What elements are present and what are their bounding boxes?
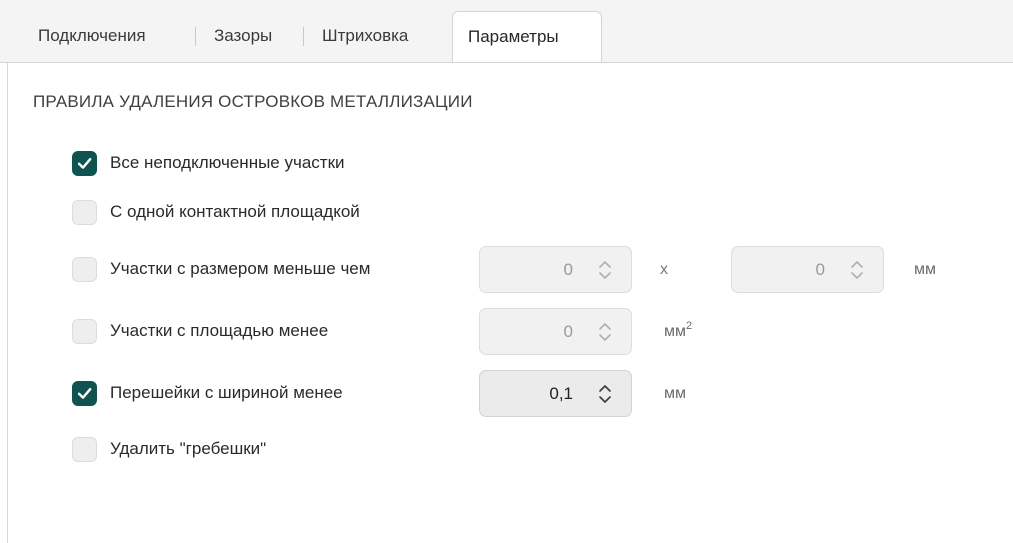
tab-bar: Подключения Зазоры Штриховка Параметры [0, 0, 1013, 63]
spinner-arrows-icon[interactable] [849, 259, 865, 281]
label-neck-width: Перешейки с шириной менее [110, 383, 343, 402]
area-unit: мм2 [664, 308, 692, 355]
checkbox-size-less[interactable] [72, 257, 97, 282]
checkbox-neck-width[interactable] [72, 381, 97, 406]
tab-parameters[interactable]: Параметры [452, 11, 602, 62]
size-separator: x [660, 261, 668, 278]
neck-width-unit: мм [664, 385, 686, 402]
size-unit: мм [914, 261, 936, 278]
checkbox-remove-combs[interactable] [72, 437, 97, 462]
spinner-arrows-icon[interactable] [597, 259, 613, 281]
size-x-value: 0 [563, 260, 573, 279]
check-icon [77, 388, 92, 399]
neck-width-input[interactable]: 0,1 [479, 370, 632, 417]
label-remove-combs: Удалить "гребешки" [110, 439, 267, 458]
checkbox-all-unconnected[interactable] [72, 151, 97, 176]
check-icon [77, 158, 92, 169]
spinner-arrows-icon[interactable] [597, 321, 613, 343]
area-input[interactable]: 0 [479, 308, 632, 355]
spinner-arrows-icon[interactable] [597, 383, 613, 405]
size-x-input[interactable]: 0 [479, 246, 632, 293]
label-all-unconnected: Все неподключенные участки [110, 153, 345, 172]
section-title: ПРАВИЛА УДАЛЕНИЯ ОСТРОВКОВ МЕТАЛЛИЗАЦИИ [33, 92, 473, 111]
neck-width-value: 0,1 [549, 384, 573, 403]
tab-divider [195, 27, 196, 46]
tab-divider [303, 27, 304, 46]
area-value: 0 [563, 322, 573, 341]
label-single-pad: С одной контактной площадкой [110, 202, 360, 221]
tab-connections[interactable]: Подключения [38, 14, 146, 58]
size-y-input[interactable]: 0 [731, 246, 884, 293]
label-size-less: Участки с размером меньше чем [110, 259, 371, 278]
area-unit-superscript: 2 [686, 320, 693, 332]
tab-clearances[interactable]: Зазоры [214, 14, 272, 58]
panel-border [7, 62, 8, 543]
label-area-less: Участки с площадью менее [110, 321, 329, 340]
checkbox-single-pad[interactable] [72, 200, 97, 225]
tab-hatching[interactable]: Штриховка [322, 14, 408, 58]
area-unit-text: мм [664, 323, 686, 340]
size-y-value: 0 [815, 260, 825, 279]
checkbox-area-less[interactable] [72, 319, 97, 344]
